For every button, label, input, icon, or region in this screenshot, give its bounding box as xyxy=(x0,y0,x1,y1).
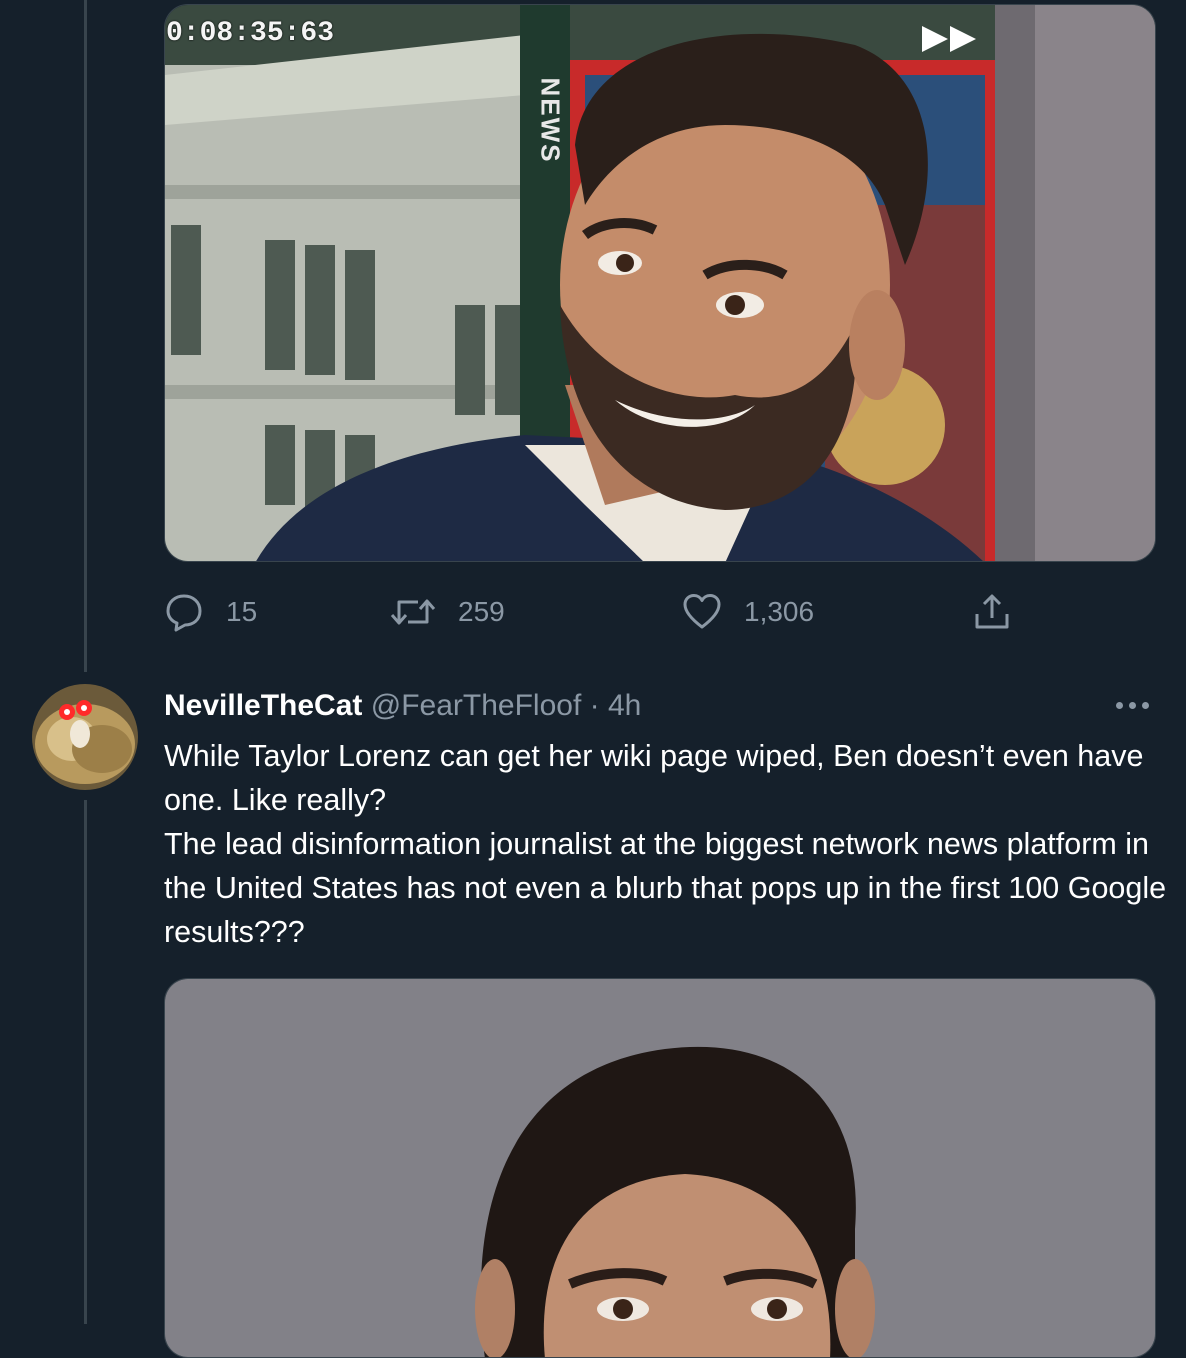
retweet-count: 259 xyxy=(458,596,505,627)
tweet-text-paragraph: While Taylor Lorenz can get her wiki pag… xyxy=(164,739,1144,817)
thread-connector-line xyxy=(84,0,87,672)
reply-button[interactable]: 15 xyxy=(164,588,257,636)
display-name[interactable]: NevilleTheCat xyxy=(164,689,362,722)
user-handle[interactable]: @FearTheFloof xyxy=(371,689,582,722)
retweet-button[interactable]: 259 xyxy=(390,588,505,636)
tweet-header: NevilleTheCat @FearTheFloof · 4h xyxy=(164,686,641,726)
news-channel-label: NEWS xyxy=(535,77,566,163)
like-count: 1,306 xyxy=(744,596,815,627)
reply-count: 15 xyxy=(226,596,258,627)
tweet-media-photo[interactable] xyxy=(164,978,1156,1358)
tweet-action-bar: 15 259 1,306 xyxy=(164,588,1064,636)
tweet-text-paragraph: The lead disinformation journalist at th… xyxy=(164,827,1167,949)
avatar[interactable] xyxy=(32,684,138,790)
reply-icon xyxy=(166,594,202,632)
tweet-media-photo[interactable] xyxy=(164,4,1156,562)
retweet-icon xyxy=(390,599,436,625)
more-icon xyxy=(1129,702,1136,709)
like-button[interactable]: 1,306 xyxy=(682,588,814,636)
cat-avatar-image xyxy=(32,684,138,790)
more-options-button[interactable] xyxy=(1116,702,1149,709)
thread-connector-line xyxy=(84,800,87,1324)
header-separator: · xyxy=(589,689,600,722)
news-photo-illustration xyxy=(165,5,1155,561)
fast-forward-icon xyxy=(922,26,976,52)
share-button[interactable] xyxy=(972,588,1012,636)
video-timecode: 0:08:35:63 xyxy=(166,18,335,49)
more-icon xyxy=(1142,702,1149,709)
portrait-photo-illustration xyxy=(165,979,1155,1357)
more-icon xyxy=(1116,702,1123,709)
share-icon xyxy=(975,594,1009,629)
tweet-timestamp[interactable]: 4h xyxy=(608,689,641,722)
like-icon xyxy=(683,594,721,629)
tweet-body: While Taylor Lorenz can get her wiki pag… xyxy=(164,734,1174,954)
